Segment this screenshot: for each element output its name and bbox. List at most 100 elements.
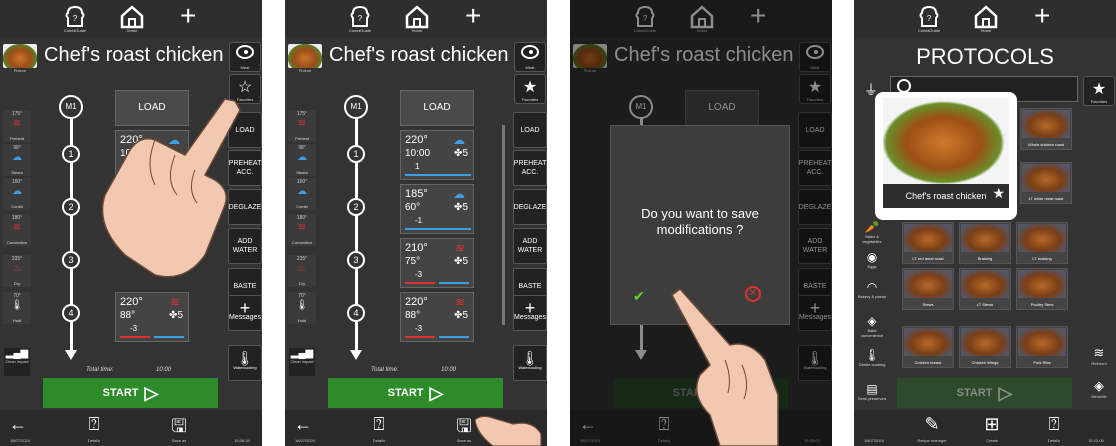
preheat-icon: ≋ [12, 118, 22, 129]
start-button[interactable]: START▷ [43, 378, 218, 408]
thermometer-icon: 🌡 [864, 348, 880, 362]
hold-icon: 🌡 [10, 300, 24, 311]
step-card-3[interactable]: 210° 75° -3 ≋ ✤5 [400, 238, 474, 288]
mode-convection[interactable]: 180° ≋ Convection [3, 214, 31, 246]
favorites-button[interactable]: ★ Favorites [514, 74, 546, 104]
mode-steam[interactable]: 98° ☁ Steam [288, 144, 316, 176]
step-card-4[interactable]: 220° 88° -3 ≋ ✤5 [115, 292, 189, 342]
rethermalization-button[interactable]: ≋ Retherm [1084, 345, 1114, 375]
clock-label: 15:08:34 [234, 438, 250, 443]
steps-scrollbar[interactable] [502, 125, 505, 325]
favorites-button[interactable]: ★ Favorites [1083, 76, 1115, 106]
step-marker-2[interactable]: 2 [62, 198, 80, 216]
step-marker-1[interactable]: 1 [347, 145, 365, 163]
star-filled-icon[interactable]: ★ [992, 185, 1005, 202]
step-marker-2[interactable]: 2 [347, 198, 365, 216]
step-marker-m1: M1 [344, 95, 368, 119]
croissant-icon: ◠ [866, 280, 878, 294]
watercooling-button[interactable]: 🌡 Watercooling [228, 345, 262, 381]
step-marker-4[interactable]: 4 [347, 304, 365, 322]
protocol-tile[interactable]: Stews [902, 268, 954, 310]
details-icon[interactable]: ⍰ [365, 414, 393, 435]
featured-protocol-card[interactable]: Chef's roast chicken ★ [875, 92, 1017, 220]
svg-text:?: ? [73, 14, 78, 23]
pointing-hand-image [101, 98, 241, 278]
preheat-button[interactable]: PREHEAT ACC. [513, 150, 547, 186]
create-icon[interactable]: ⊞ [978, 414, 1006, 435]
details-label: Details [87, 438, 101, 443]
protocol-tile[interactable]: LT red meat roast [902, 222, 954, 264]
mode-dry[interactable]: 235° ♨ Dry [3, 255, 31, 287]
meat-category-button[interactable]: Meat [514, 42, 546, 72]
mode-preheat[interactable]: 175° ≋ Preheat [3, 110, 31, 142]
mode-steam[interactable]: 98° ☁ Steam [3, 144, 31, 176]
protocol-tile[interactable]: Poultry Stew [1016, 268, 1068, 310]
convection-icon: ≋ [297, 222, 307, 233]
bottom-bar: ← 18/07/2024 ⍰ Details 🖫 Save as 15:08:3… [0, 410, 262, 446]
step-card-1[interactable]: 220° 10:00 1 ☁ ✤5 [400, 130, 474, 180]
protocol-tile[interactable]: Pork Ribs [1016, 326, 1068, 368]
step-card-2[interactable]: 185° 60° -1 ☁ ✤5 [400, 184, 474, 234]
step-marker-3[interactable]: 3 [347, 251, 365, 269]
deglaze-button[interactable]: DEGLAZE [513, 189, 547, 225]
timeline-arrow [65, 350, 77, 360]
mode-preheat[interactable]: 175° ≋ Preheat [288, 110, 316, 142]
fan-icon: ✤5 [454, 202, 468, 213]
load-step[interactable]: LOAD [400, 90, 474, 126]
star-filled-icon: ★ [522, 79, 538, 96]
step-marker-3[interactable]: 3 [62, 251, 80, 269]
back-arrow-icon[interactable]: ← [4, 414, 32, 435]
mode-combi[interactable]: 160° ☁ Combi [288, 178, 316, 210]
roast-chicken-image [883, 98, 1009, 184]
recipe-picture[interactable] [3, 44, 37, 68]
protocol-tile[interactable]: LT white meat roast [1020, 162, 1072, 204]
add-icon[interactable]: + [465, 2, 481, 30]
menume-button[interactable]: ◈ MenuMe [1084, 378, 1114, 408]
fan-icon: ✤5 [169, 310, 183, 321]
recipe-title[interactable]: Chef's roast chicken [44, 44, 223, 67]
details-icon[interactable]: ⍰ [1040, 414, 1068, 435]
confirm-check-icon[interactable]: ✔ [633, 288, 645, 305]
dry-icon: ♨ [12, 263, 22, 274]
dry-icon: ♨ [297, 263, 307, 274]
mode-hold[interactable]: 70° 🌡 Hold [288, 292, 316, 324]
details-icon[interactable]: ⍰ [80, 414, 108, 435]
messages-button[interactable]: + Messages [228, 295, 262, 331]
protocol-tile[interactable]: Chicken breast [902, 326, 954, 368]
watercooling-button[interactable]: 🌡 Watercooling [513, 345, 547, 381]
top-bar: ? CombiGuide Home + [854, 0, 1116, 38]
step-marker-1[interactable]: 1 [62, 145, 80, 163]
recipe-picture[interactable] [288, 44, 322, 68]
start-button[interactable]: START▷ [328, 378, 503, 408]
add-icon[interactable]: + [1034, 2, 1050, 30]
mode-dry[interactable]: 235° ♨ Dry [288, 255, 316, 287]
protocol-tile[interactable]: LT Stews [959, 268, 1011, 310]
thermometer-icon: 🌡 [521, 350, 539, 366]
meat-category-button[interactable]: Meat [229, 42, 261, 72]
clean-impact-button[interactable]: ▂▄▆ Clean impact [289, 348, 315, 376]
step-card-4[interactable]: 220° 88° -3 ≋ ✤5 [400, 292, 474, 342]
add-icon[interactable]: + [180, 2, 196, 30]
recipe-title[interactable]: Chef's roast chicken [329, 44, 508, 67]
messages-button[interactable]: + Messages [513, 295, 547, 331]
protocol-tile[interactable]: Whole chicken roast [1020, 108, 1072, 150]
protocol-tile[interactable]: LT braising [1016, 222, 1068, 264]
back-arrow-icon[interactable]: ← [289, 414, 317, 435]
clean-impact-button[interactable]: ▂▄▆ Clean impact [4, 348, 30, 376]
convection-icon: ≋ [454, 295, 465, 309]
protocol-tile[interactable]: Braising [959, 222, 1011, 264]
step-marker-4[interactable]: 4 [62, 304, 80, 322]
add-water-button[interactable]: ADD WATER [513, 228, 547, 264]
step-marker-m1: M1 [59, 95, 83, 119]
mode-combi[interactable]: 160° ☁ Combi [3, 178, 31, 210]
mode-convection[interactable]: 180° ≋ Convection [288, 214, 316, 246]
mode-hold[interactable]: 70° 🌡 Hold [3, 292, 31, 324]
convection-icon: ≋ [12, 222, 22, 233]
start-button: START ▷ [897, 378, 1072, 408]
svg-text:?: ? [358, 14, 363, 23]
screen-panel-1: ? CombiGuide Home + Picture Chef's roast… [0, 0, 262, 446]
layers-icon: ◈ [1094, 378, 1104, 393]
protocol-tile[interactable]: Chicken Wings [959, 326, 1011, 368]
load-button[interactable]: LOAD [513, 112, 547, 148]
recipe-manager-icon[interactable]: ✎ [918, 414, 946, 435]
